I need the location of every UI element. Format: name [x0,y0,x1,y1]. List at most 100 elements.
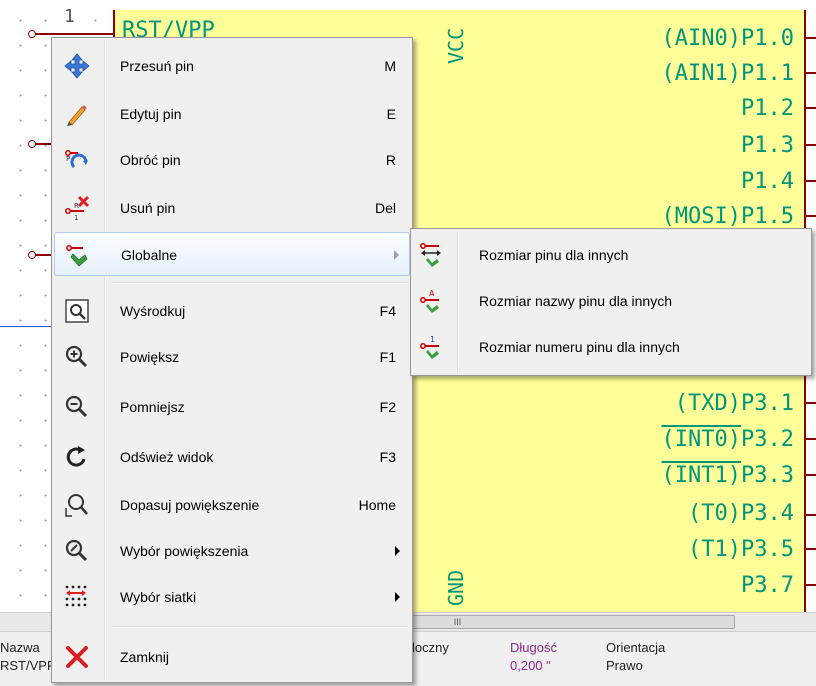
pin-label-prefix: (INT1) [661,463,742,488]
menu-item-label: Powiększ [120,349,180,365]
pin-label-right: (AIN0)P1.0 [661,26,794,51]
menu-item-label: Rozmiar nazwy pinu dla innych [479,293,672,309]
status-length-label: Długość [510,640,557,655]
pin-wire-right [806,474,816,476]
menu-item-label: Edytuj pin [120,106,182,122]
pin-wire-right [806,72,816,74]
menu-item-shortcut: R [385,152,396,168]
menu-item-refresh[interactable]: Odśwież widok F3 [54,435,410,479]
pin-size-icon [420,243,441,267]
move-icon [64,53,90,79]
gnd-label: GND [444,569,468,606]
menu-item-rotate-pin[interactable]: P Obróć pin R [54,138,410,182]
menu-item-global[interactable]: Globalne [54,232,410,276]
menu-item-label: Rozmiar numeru pinu dla innych [479,339,680,355]
submenu-arrow-icon [394,250,399,260]
pin-wire-right [806,402,816,404]
global-submenu: Rozmiar pinu dla innych A Rozmiar nazwy … [410,228,812,376]
pin-wire-right [806,584,816,586]
status-type-value: loczny [412,640,449,655]
menu-item-delete-pin[interactable]: R 1 Usuń pin Del [54,186,410,230]
pin-label-right: P1.4 [741,169,794,194]
menu-item-shortcut: F4 [379,303,396,319]
menu-item-close[interactable]: Zamknij [54,635,410,679]
menu-item-center[interactable]: Wyśrodkuj F4 [54,289,410,333]
menu-item-zoom-in[interactable]: Powiększ F1 [54,335,410,379]
pin-wire-right [806,548,816,550]
pin-end-left [28,30,36,38]
zoom-fit-icon [65,494,88,517]
menu-item-label: Wyśrodkuj [120,303,186,319]
menu-item-label: Zamknij [120,649,170,665]
center-icon [65,299,89,323]
menu-item-label: Usuń pin [120,200,176,216]
pin-wire-right [806,107,816,109]
status-name-label: Nazwa [0,640,40,655]
pin-label-right: (T0)P3.4 [688,501,794,526]
menu-item-grid-select[interactable]: Wybór siatki [54,575,410,619]
pin-wire-right [806,144,816,146]
pin-label-suffix: P3.3 [741,463,794,488]
pin-number: 1 [64,6,75,27]
delete-pin-icon: R 1 [65,195,90,221]
pencil-icon [67,105,87,126]
grid-icon [65,585,87,607]
menu-item-label: Globalne [121,247,178,263]
pin-wire-right [806,37,816,39]
context-menu: Przesuń pin M Edytuj pin E P Obróć pin R… [51,37,413,683]
submenu-item-pin-number-size[interactable]: 1 Rozmiar numeru pinu dla innych [413,325,809,369]
submenu-arrow-icon [395,592,400,602]
menu-separator [112,282,408,284]
pin-label-suffix: P3.7 [741,573,794,598]
status-orientation-label: Orientacja [606,640,666,655]
menu-item-shortcut: E [386,106,396,122]
pin-label-right: (INT0)P3.2 [662,427,794,452]
pin-label-suffix: P3.2 [741,427,794,452]
pin-label-right: (T1)P3.5 [688,537,794,562]
menu-item-label: Wybór siatki [120,589,197,605]
status-name-value: RST/VPP [0,658,56,673]
menu-item-label: Pomniejsz [120,399,185,415]
pin-label-prefix: (TXD) [674,391,742,416]
menu-separator [112,626,408,628]
menu-item-shortcut: F1 [379,349,396,365]
submenu-arrow-icon [395,546,400,556]
zoom-in-icon [65,345,88,368]
refresh-icon [66,446,86,467]
submenu-item-pin-size[interactable]: Rozmiar pinu dla innych [413,233,809,277]
menu-item-label: Przesuń pin [120,58,194,74]
svg-text:1: 1 [430,335,435,344]
menu-item-move-pin[interactable]: Przesuń pin M [54,44,410,88]
menu-item-shortcut: Del [374,200,396,216]
pin-label-right: P1.3 [741,133,794,158]
menu-item-shortcut: F2 [379,399,396,415]
menu-item-label: Obróć pin [120,152,181,168]
pin-label-right: P1.2 [741,96,794,121]
menu-item-zoom-select[interactable]: Wybór powiększenia [54,529,410,573]
pin-number-size-icon: 1 [420,335,439,359]
menu-item-shortcut: F3 [379,449,396,465]
pin-label-prefix: (T0) [688,501,742,526]
pin-label-right: P3.7 [741,573,794,598]
menu-item-edit-pin[interactable]: Edytuj pin E [54,92,410,136]
menu-item-label: Wybór powiększenia [120,543,249,559]
menu-item-label: Odśwież widok [120,449,214,465]
menu-item-zoom-fit[interactable]: Dopasuj powiększenie Home [54,483,410,527]
rotate-pin-icon: P [65,150,88,169]
menu-item-zoom-out[interactable]: Pomniejsz F2 [54,385,410,429]
zoom-select-icon [65,539,88,562]
status-orientation-value: Prawo [606,658,643,673]
pin-label-right: (TXD)P3.1 [675,391,794,416]
menu-item-label: Rozmiar pinu dla innych [479,247,629,263]
global-pin-icon [66,245,88,267]
pin-label-suffix: P3.1 [741,391,794,416]
pin-end-left [28,251,36,259]
pin-name-size-icon: A [420,289,439,313]
pin-label-right: (AIN1)P1.1 [661,61,794,86]
zoom-out-icon [65,395,88,418]
submenu-item-pin-name-size[interactable]: A Rozmiar nazwy pinu dla innych [413,279,809,323]
vcc-label: VCC [444,27,468,64]
menu-item-shortcut: Home [358,497,396,513]
pin-label-suffix: P3.4 [741,501,794,526]
pin-end-left [28,140,36,148]
